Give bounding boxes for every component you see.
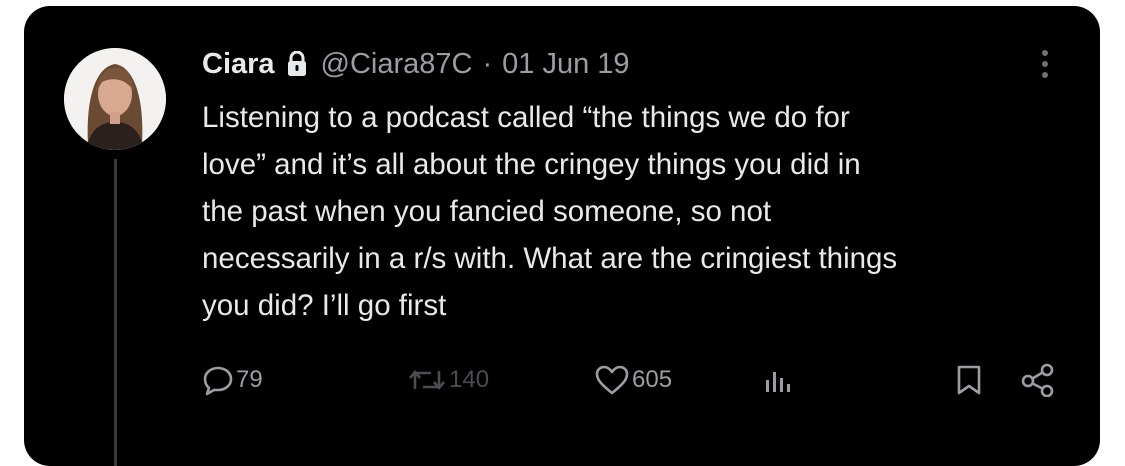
- bookmark-button[interactable]: [954, 358, 984, 402]
- reply-icon: [202, 364, 234, 396]
- avatar[interactable]: [64, 48, 166, 150]
- views-icon: [762, 364, 794, 396]
- tweet-date[interactable]: 01 Jun 19: [502, 48, 629, 81]
- tweet-text-line: the past when you fancied someone, so no…: [202, 195, 772, 228]
- reply-count: 79: [236, 366, 263, 393]
- lock-icon: [287, 50, 307, 77]
- author-handle[interactable]: @Ciara87C: [321, 48, 473, 81]
- tweet-text-line: Listening to a podcast called “the thing…: [202, 101, 850, 134]
- author-name[interactable]: Ciara: [202, 48, 275, 81]
- separator-dot: ·: [482, 47, 493, 80]
- tweet-header: Ciara @Ciara87C · 01 Jun 19: [202, 42, 630, 86]
- retweet-button[interactable]: 140: [407, 358, 489, 402]
- like-button[interactable]: 605: [594, 358, 672, 402]
- avatar-image: [64, 48, 166, 150]
- bookmark-icon: [954, 364, 984, 396]
- share-button[interactable]: [1020, 358, 1056, 402]
- tweet-text-line: necessarily in a r/s with. What are the …: [202, 242, 898, 275]
- tweet-text: Listening to a podcast called “the thing…: [202, 94, 1072, 329]
- tweet-text-line: love” and it’s all about the cringey thi…: [202, 148, 861, 181]
- thread-line: [114, 159, 117, 466]
- reply-button[interactable]: 79: [202, 358, 263, 402]
- views-button[interactable]: [762, 358, 794, 402]
- tweet-text-line: you did? I’ll go first: [202, 289, 447, 322]
- share-icon: [1020, 363, 1056, 397]
- tweet-card: Ciara @Ciara87C · 01 Jun 19 Listening to…: [24, 6, 1100, 466]
- retweet-icon: [407, 364, 447, 396]
- action-bar: 79 140 605: [202, 358, 1062, 402]
- heart-icon: [594, 364, 630, 396]
- more-options-icon[interactable]: [1040, 50, 1050, 86]
- retweet-count: 140: [449, 366, 490, 393]
- like-count: 605: [632, 366, 673, 393]
